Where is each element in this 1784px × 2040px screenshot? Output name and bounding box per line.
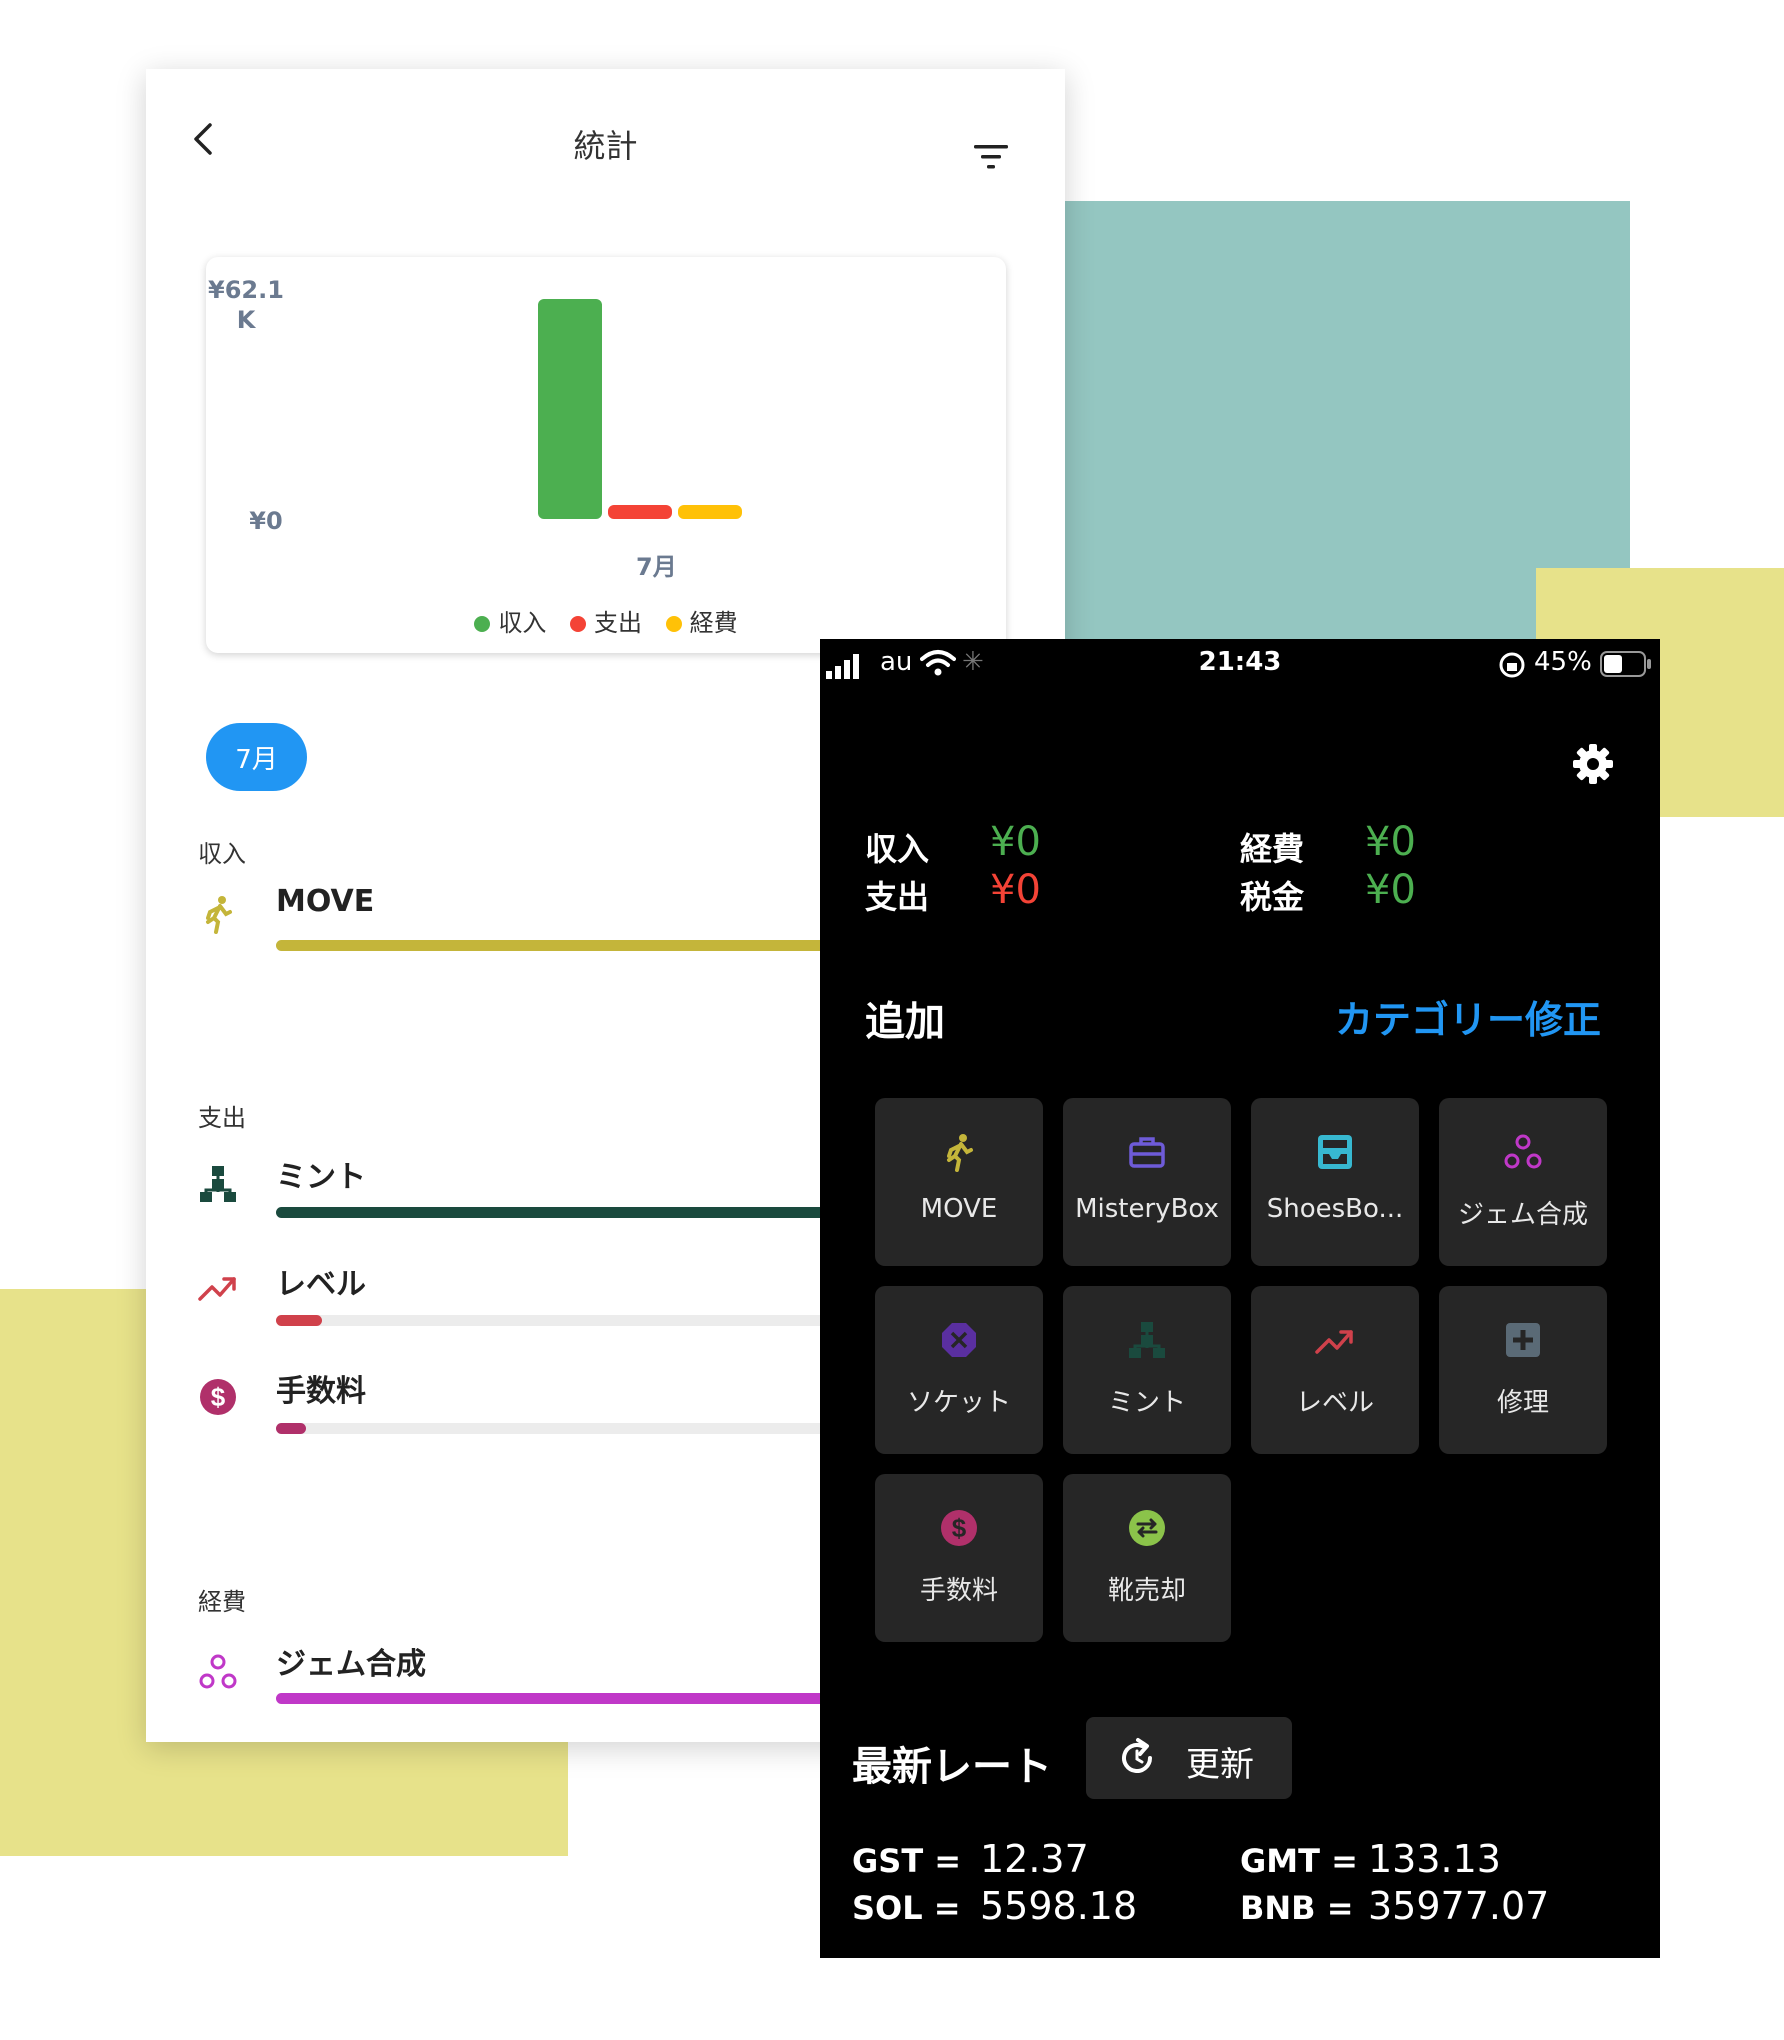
- add-entry-screen: au ✳ 21:43 45% 収入 ¥0 支出 ¥0 経費 ¥0 税金 ¥0 追…: [820, 639, 1660, 1958]
- tile-label: レベル: [1295, 1388, 1374, 1418]
- rate-key: GMT =: [1240, 1842, 1358, 1880]
- legend-dot: [570, 616, 586, 632]
- legend-item: 支出: [570, 603, 642, 638]
- category-name: ジェム合成: [276, 1647, 426, 1682]
- legend-label: 支出: [594, 609, 642, 637]
- rate-key: SOL =: [852, 1889, 961, 1927]
- webhook-icon: [1504, 1134, 1542, 1169]
- dollar-icon: $: [941, 1510, 977, 1546]
- income-expense-chart: ¥62.1 K ¥0 7月 収入 支出 経費: [206, 257, 1006, 653]
- rate-value: 133.13: [1368, 1837, 1501, 1881]
- tile-level[interactable]: レベル: [1251, 1286, 1419, 1454]
- tile-label: MisteryBox: [1075, 1194, 1219, 1224]
- tile-label: ソケット: [906, 1388, 1011, 1418]
- tile-fee[interactable]: $ 手数料: [875, 1474, 1043, 1642]
- trending-up-icon: [1315, 1330, 1353, 1354]
- tile-label: ミント: [1107, 1388, 1186, 1418]
- toolbox-icon: [1129, 1137, 1165, 1168]
- category-edit-link[interactable]: カテゴリー修正: [1335, 989, 1601, 1044]
- trending-up-icon: [198, 1277, 236, 1301]
- tile-shoes-box[interactable]: ShoesBo...: [1251, 1098, 1419, 1266]
- inbox-icon: [1318, 1135, 1352, 1169]
- income-label: 収入: [865, 830, 930, 868]
- legend-label: 経費: [689, 609, 738, 637]
- tile-gem-synthesis[interactable]: ジェム合成: [1439, 1098, 1607, 1266]
- refresh-button[interactable]: 更新: [1086, 1717, 1292, 1799]
- rotation-lock-icon: [1499, 652, 1525, 678]
- svg-text:$: $: [211, 1382, 226, 1412]
- tile-sell-shoes[interactable]: 靴売却: [1063, 1474, 1231, 1642]
- expense-value: ¥0: [990, 867, 1041, 913]
- add-section-title: 追加: [865, 999, 945, 1045]
- income-value: ¥0: [990, 819, 1041, 865]
- tile-label: ジェム合成: [1457, 1200, 1588, 1230]
- tile-label: 手数料: [919, 1576, 998, 1606]
- category-bar-fill: [276, 1315, 322, 1326]
- tile-repair[interactable]: 修理: [1439, 1286, 1607, 1454]
- x-tick-label: 7月: [636, 553, 677, 581]
- running-icon: [206, 896, 232, 934]
- bar-cost: [678, 505, 742, 519]
- hierarchy-icon: [1129, 1322, 1165, 1358]
- legend-label: 収入: [498, 609, 547, 637]
- dollar-icon: $: [200, 1379, 236, 1415]
- bar-expense: [608, 505, 672, 519]
- rate-key: BNB =: [1240, 1889, 1354, 1927]
- tile-move[interactable]: MOVE: [875, 1098, 1043, 1266]
- expense-section-label: 支出: [198, 1104, 246, 1132]
- rate-value: 35977.07: [1368, 1884, 1550, 1928]
- rate-key: GST =: [852, 1842, 962, 1880]
- tile-label: 修理: [1496, 1388, 1549, 1418]
- battery-icon: [1600, 651, 1651, 677]
- cost-section-label: 経費: [198, 1588, 246, 1616]
- tile-label: MOVE: [920, 1194, 998, 1224]
- tile-label: 靴売却: [1107, 1576, 1186, 1606]
- legend-dot: [474, 616, 491, 632]
- refresh-icon: [1122, 1738, 1152, 1773]
- tax-label: 税金: [1240, 878, 1305, 916]
- legend-dot: [665, 616, 682, 632]
- legend-item: 収入: [474, 603, 546, 638]
- tile-mistery-box[interactable]: MisteryBox: [1063, 1098, 1231, 1266]
- tile-label: ShoesBo...: [1266, 1194, 1404, 1224]
- tile-mint[interactable]: ミント: [1063, 1286, 1231, 1454]
- gear-icon[interactable]: [1572, 743, 1614, 785]
- category-bar-fill: [276, 1423, 307, 1434]
- chart-legend: 収入 支出 経費: [206, 603, 1006, 638]
- page-title: 統計: [573, 127, 638, 165]
- month-chip[interactable]: 7月: [206, 723, 307, 791]
- rate-value: 12.37: [980, 1837, 1089, 1881]
- filter-icon[interactable]: [974, 143, 1010, 173]
- plus-box-icon: [1506, 1323, 1540, 1357]
- running-icon: [947, 1134, 973, 1172]
- rate-value: 5598.18: [980, 1884, 1138, 1928]
- category-name: MOVE: [276, 884, 375, 919]
- bar-income: [538, 299, 602, 519]
- income-section-label: 収入: [198, 840, 246, 868]
- category-name: ミント: [276, 1160, 366, 1195]
- tax-value: ¥0: [1365, 867, 1416, 913]
- webhook-icon: [199, 1654, 237, 1689]
- tile-socket[interactable]: ソケット: [875, 1286, 1043, 1454]
- battery-percent: 45%: [1534, 647, 1592, 677]
- refresh-label: 更新: [1186, 1745, 1254, 1785]
- category-name: 手数料: [276, 1374, 366, 1409]
- cost-label: 経費: [1240, 830, 1305, 868]
- rates-title: 最新レート: [852, 1744, 1052, 1790]
- swap-icon: [1129, 1510, 1165, 1546]
- chart-plot: [538, 299, 742, 519]
- category-name: レベル: [276, 1267, 366, 1302]
- cost-value: ¥0: [1365, 819, 1416, 865]
- expense-label: 支出: [865, 878, 930, 916]
- hierarchy-icon: [200, 1166, 236, 1202]
- cancel-icon: [942, 1323, 976, 1357]
- svg-text:$: $: [952, 1513, 967, 1543]
- legend-item: 経費: [665, 603, 738, 638]
